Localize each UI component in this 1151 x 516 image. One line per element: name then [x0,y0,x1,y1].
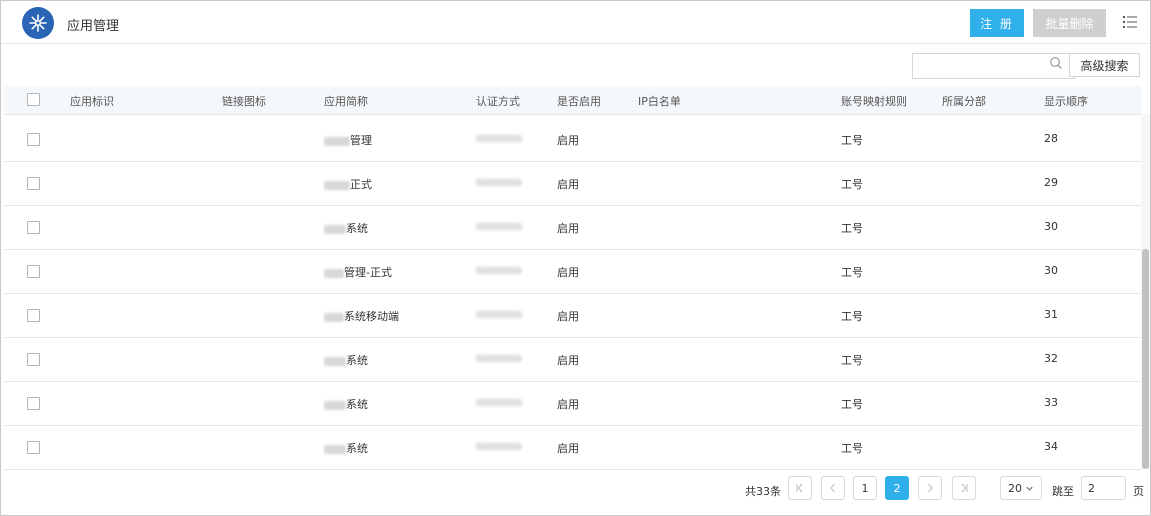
enabled-cell: 启用 [557,398,579,411]
column-header-link-icon[interactable]: 链接图标 [222,93,266,109]
app-logo-icon [22,7,54,39]
jump-label: 跳至 [1052,485,1074,498]
app-name-cell: 管理 [324,132,372,148]
row-checkbox[interactable] [27,221,40,234]
app-name-cell: 系统 [324,396,368,412]
batch-delete-button[interactable]: 批量删除 [1033,9,1106,37]
enabled-cell: 启用 [557,222,579,235]
column-header-enabled[interactable]: 是否启用 [557,93,601,109]
auth-method-cell [476,399,522,406]
app-name-cell: 正式 [324,176,372,192]
register-button[interactable]: 注 册 [970,9,1024,37]
page-unit-label: 页 [1133,485,1144,498]
app-name-cell: 管理-正式 [324,264,392,280]
mapping-cell: 工号 [841,134,863,147]
chevron-left-icon [830,483,835,493]
auth-method-cell [476,267,522,274]
last-page-button[interactable] [952,476,976,500]
row-checkbox[interactable] [27,133,40,146]
prev-page-button[interactable] [821,476,845,500]
column-header-ip-whitelist[interactable]: IP白名单 [638,93,681,109]
table-header: 应用标识 链接图标 应用简称 认证方式 是否启用 IP白名单 账号映射规则 所属… [4,86,1141,115]
table-row[interactable]: 管理 启用 工号 28 [4,117,1141,162]
column-header-auth-method[interactable]: 认证方式 [476,93,520,109]
list-menu-icon[interactable] [1122,14,1138,30]
first-page-button[interactable] [788,476,812,500]
enabled-cell: 启用 [557,134,579,147]
header-bar: 应用管理 注 册 批量删除 [1,1,1150,44]
order-cell: 30 [1044,264,1058,277]
table-row[interactable]: 系统移动端 启用 工号 31 [4,293,1141,338]
enabled-cell: 启用 [557,354,579,367]
app-name-cell: 系统 [324,440,368,456]
chevron-right-icon [928,483,933,493]
mapping-cell: 工号 [841,222,863,235]
order-cell: 30 [1044,220,1058,233]
table-row[interactable]: 系统 启用 工号 32 [4,337,1141,382]
column-header-display-order[interactable]: 显示顺序 [1044,93,1088,109]
row-checkbox[interactable] [27,441,40,454]
mapping-cell: 工号 [841,266,863,279]
order-cell: 34 [1044,440,1058,453]
mapping-cell: 工号 [841,178,863,191]
table-row[interactable]: 管理-正式 启用 工号 30 [4,249,1141,294]
table-row[interactable]: 系统 启用 工号 30 [4,205,1141,250]
app-name-cell: 系统移动端 [324,308,399,324]
advanced-search-button[interactable]: 高级搜索 [1069,53,1140,77]
order-cell: 29 [1044,176,1058,189]
page-size-select[interactable]: 20 [1000,476,1042,500]
jump-page-input[interactable] [1081,476,1126,500]
auth-method-cell [476,179,522,186]
enabled-cell: 启用 [557,178,579,191]
select-all-checkbox[interactable] [27,93,40,106]
table-row[interactable]: 正式 启用 工号 29 [4,161,1141,206]
auth-method-cell [476,355,522,362]
auth-method-cell [476,223,522,230]
order-cell: 33 [1044,396,1058,409]
enabled-cell: 启用 [557,442,579,455]
search-icon[interactable] [1049,56,1063,70]
column-header-department[interactable]: 所属分部 [942,93,986,109]
page-size-value: 20 [1008,481,1022,495]
scrollbar-thumb[interactable] [1142,249,1149,469]
table-row[interactable]: 系统 启用 工号 34 [4,425,1141,470]
order-cell: 31 [1044,308,1058,321]
app-name-cell: 系统 [324,220,368,236]
app-window: 应用管理 注 册 批量删除 高级搜索 应用标识 链接图标 应用简称 认证方式 是… [0,0,1151,516]
mapping-cell: 工号 [841,398,863,411]
total-count: 共33条 [745,485,781,498]
column-header-app-name[interactable]: 应用简称 [324,93,368,109]
page-button-2[interactable]: 2 [885,476,909,500]
order-cell: 28 [1044,132,1058,145]
enabled-cell: 启用 [557,266,579,279]
chevron-down-icon [1026,486,1033,491]
row-checkbox[interactable] [27,265,40,278]
enabled-cell: 启用 [557,310,579,323]
order-cell: 32 [1044,352,1058,365]
table-row[interactable]: 系统 启用 工号 33 [4,381,1141,426]
column-header-account-mapping[interactable]: 账号映射规则 [841,93,907,109]
auth-method-cell [476,311,522,318]
next-page-button[interactable] [918,476,942,500]
app-name-cell: 系统 [324,352,368,368]
auth-method-cell [476,135,522,142]
last-page-icon [961,483,968,493]
row-checkbox[interactable] [27,177,40,190]
auth-method-cell [476,443,522,450]
mapping-cell: 工号 [841,442,863,455]
page-button-1[interactable]: 1 [853,476,877,500]
page-title: 应用管理 [67,19,120,34]
row-checkbox[interactable] [27,309,40,322]
row-checkbox[interactable] [27,353,40,366]
column-header-app-id[interactable]: 应用标识 [70,93,114,109]
first-page-icon [796,483,803,493]
row-checkbox[interactable] [27,397,40,410]
mapping-cell: 工号 [841,310,863,323]
mapping-cell: 工号 [841,354,863,367]
